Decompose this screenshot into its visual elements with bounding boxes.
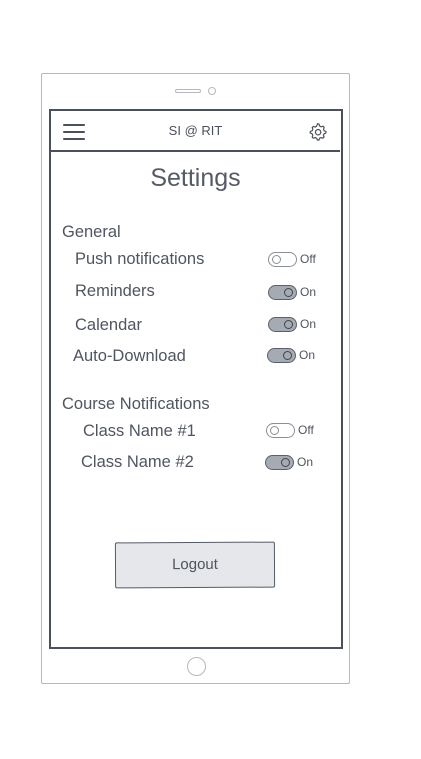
phone-frame: SI @ RIT Settings General Push notificat… — [41, 73, 350, 684]
speaker-slot — [175, 89, 201, 93]
reminders-toggle[interactable] — [268, 285, 297, 300]
calendar-toggle[interactable] — [268, 317, 297, 332]
toggle-state-text: Off — [298, 423, 314, 437]
section-heading-general: General — [62, 223, 121, 241]
setting-label: Calendar — [75, 316, 142, 334]
toggle-state-text: On — [297, 455, 314, 469]
setting-label: Push notifications — [75, 250, 205, 268]
page-title: Settings — [150, 164, 241, 192]
logout-button[interactable]: Logout — [114, 541, 276, 589]
toggle-state-text: On — [300, 317, 317, 331]
toggle-state-text: On — [299, 348, 316, 362]
front-camera — [208, 87, 216, 95]
app-title: SI @ RIT — [168, 123, 223, 138]
section-heading-course-notifications: Course Notifications — [62, 395, 210, 413]
setting-label: Class Name #1 — [83, 422, 196, 440]
auto-download-toggle[interactable] — [267, 348, 296, 363]
class-2-toggle[interactable] — [265, 455, 294, 470]
setting-label: Auto-Download — [73, 347, 186, 365]
gear-icon[interactable] — [308, 122, 327, 141]
toggle-state-text: On — [300, 285, 317, 299]
app-screen: SI @ RIT Settings General Push notificat… — [49, 109, 343, 649]
home-button[interactable] — [187, 657, 206, 676]
setting-label: Class Name #2 — [81, 453, 194, 471]
toggle-state-text: Off — [300, 252, 316, 266]
class-1-toggle[interactable] — [266, 423, 295, 438]
push-notifications-toggle[interactable] — [268, 252, 297, 267]
setting-label: Reminders — [75, 282, 155, 300]
app-header: SI @ RIT — [51, 111, 340, 152]
